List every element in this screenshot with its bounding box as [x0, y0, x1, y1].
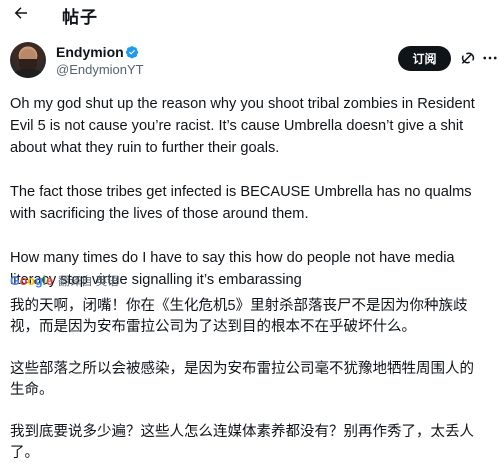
arrow-left-icon — [14, 7, 27, 19]
grok-icon[interactable] — [459, 49, 477, 67]
back-button[interactable] — [10, 2, 32, 24]
verified-badge-icon — [125, 46, 139, 59]
tweet-paragraph: The fact those tribes get infected is BE… — [10, 184, 472, 222]
author-handle[interactable]: @EndymionYT — [56, 62, 144, 77]
tweet-text: Oh my god shut up the reason why you sho… — [10, 93, 492, 291]
translated-paragraph: 我的天啊，闭嘴！你在《生化危机5》里射杀部落丧尸不是因为你种族歧视，而是因为安布… — [10, 298, 468, 335]
subscribe-button[interactable]: 订阅 — [398, 46, 451, 71]
tweet-paragraph: Oh my god shut up the reason why you sho… — [10, 96, 475, 156]
translated-paragraph: 这些部落之所以会被感染，是因为安布雷拉公司毫不犹豫地牺牲周围人的生命。 — [10, 361, 474, 398]
more-icon[interactable] — [481, 49, 499, 67]
translated-text: 我的天啊，闭嘴！你在《生化危机5》里射杀部落丧尸不是因为你种族歧视，而是因为安布… — [10, 296, 488, 464]
author-display-name[interactable]: Endymion — [56, 44, 124, 60]
tweet-author-row: Endymion @EndymionYT 订阅 — [10, 40, 497, 80]
page-title: 帖子 — [62, 8, 98, 27]
translated-paragraph: 我到底要说多少遍？这些人怎么连媒体素养都没有？别再作秀了，太丢人了。 — [10, 424, 474, 461]
avatar[interactable] — [10, 42, 46, 78]
top-bar: 帖子 — [0, 0, 499, 30]
translated-from-label[interactable]: 翻译自 英语 — [58, 273, 119, 289]
google-logo: Google — [10, 274, 54, 288]
translation-attribution: Google 翻译自 英语 — [10, 273, 119, 289]
